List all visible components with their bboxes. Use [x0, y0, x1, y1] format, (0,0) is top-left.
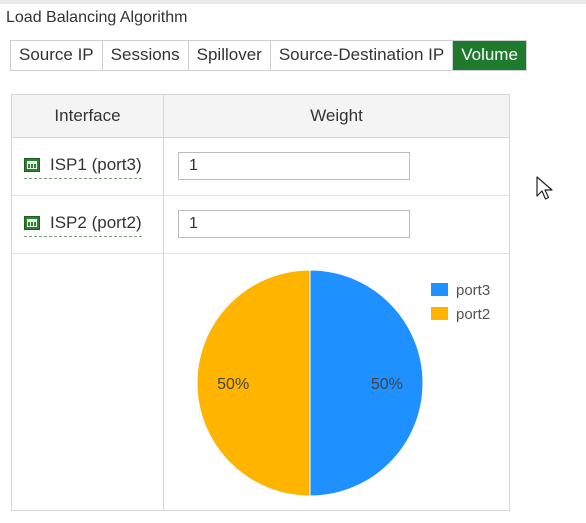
tab-spillover[interactable]: Spillover	[189, 41, 271, 70]
volume-pie-chart: 50% 50% port3 port2	[178, 267, 508, 507]
weight-input-port3[interactable]	[178, 152, 410, 180]
top-strip	[0, 0, 586, 4]
network-port-icon	[24, 216, 40, 230]
tab-volume[interactable]: Volume	[453, 41, 526, 70]
interface-label: ISP1 (port3)	[50, 155, 142, 174]
section-title: Load Balancing Algorithm	[6, 9, 188, 26]
tab-sessions[interactable]: Sessions	[103, 41, 189, 70]
algorithm-tabs: Source IP Sessions Spillover Source-Dest…	[10, 40, 527, 71]
pie-data-label-port2: 50%	[217, 376, 249, 393]
mouse-cursor-icon	[536, 176, 554, 207]
interface-weight-table: Interface Weight ISP1 (port3) 1 ISP2 (po…	[11, 94, 510, 511]
legend-label-port2: port2	[456, 306, 490, 323]
legend-swatch-port2	[431, 307, 448, 320]
interface-column-header: Interface	[12, 95, 164, 138]
pie-slice-port2	[196, 269, 311, 497]
legend-swatch-port3	[431, 283, 448, 296]
interface-port3[interactable]: ISP1 (port3)	[24, 153, 142, 179]
interface-port2[interactable]: ISP2 (port2)	[24, 211, 142, 237]
weight-column-header: Weight	[164, 95, 509, 138]
weight-input-port2[interactable]	[178, 210, 410, 238]
network-port-icon	[24, 158, 40, 172]
pie-data-label-port3: 50%	[371, 376, 403, 393]
row-divider	[12, 195, 509, 196]
column-divider	[163, 137, 164, 510]
tab-source-destination-ip[interactable]: Source-Destination IP	[271, 41, 454, 70]
row-divider	[12, 253, 509, 254]
interface-label: ISP2 (port2)	[50, 213, 142, 232]
pie-slice-port3	[309, 269, 424, 497]
legend-label-port3: port3	[456, 282, 490, 299]
tab-source-ip[interactable]: Source IP	[11, 41, 103, 70]
pie-svg: 50% 50% port3 port2	[196, 269, 490, 497]
